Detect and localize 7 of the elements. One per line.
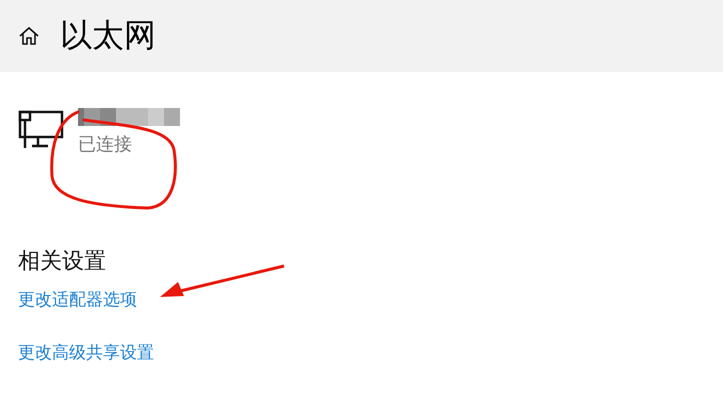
settings-link[interactable]: 更改适配器选项 <box>18 288 137 311</box>
settings-link[interactable]: 更改高级共享设置 <box>18 341 154 364</box>
page-title: 以太网 <box>60 15 156 56</box>
section-heading: 相关设置 <box>18 248 106 276</box>
connection-status: 已连接 <box>78 133 133 156</box>
home-icon[interactable] <box>18 25 40 47</box>
ethernet-computer-icon <box>18 110 64 150</box>
